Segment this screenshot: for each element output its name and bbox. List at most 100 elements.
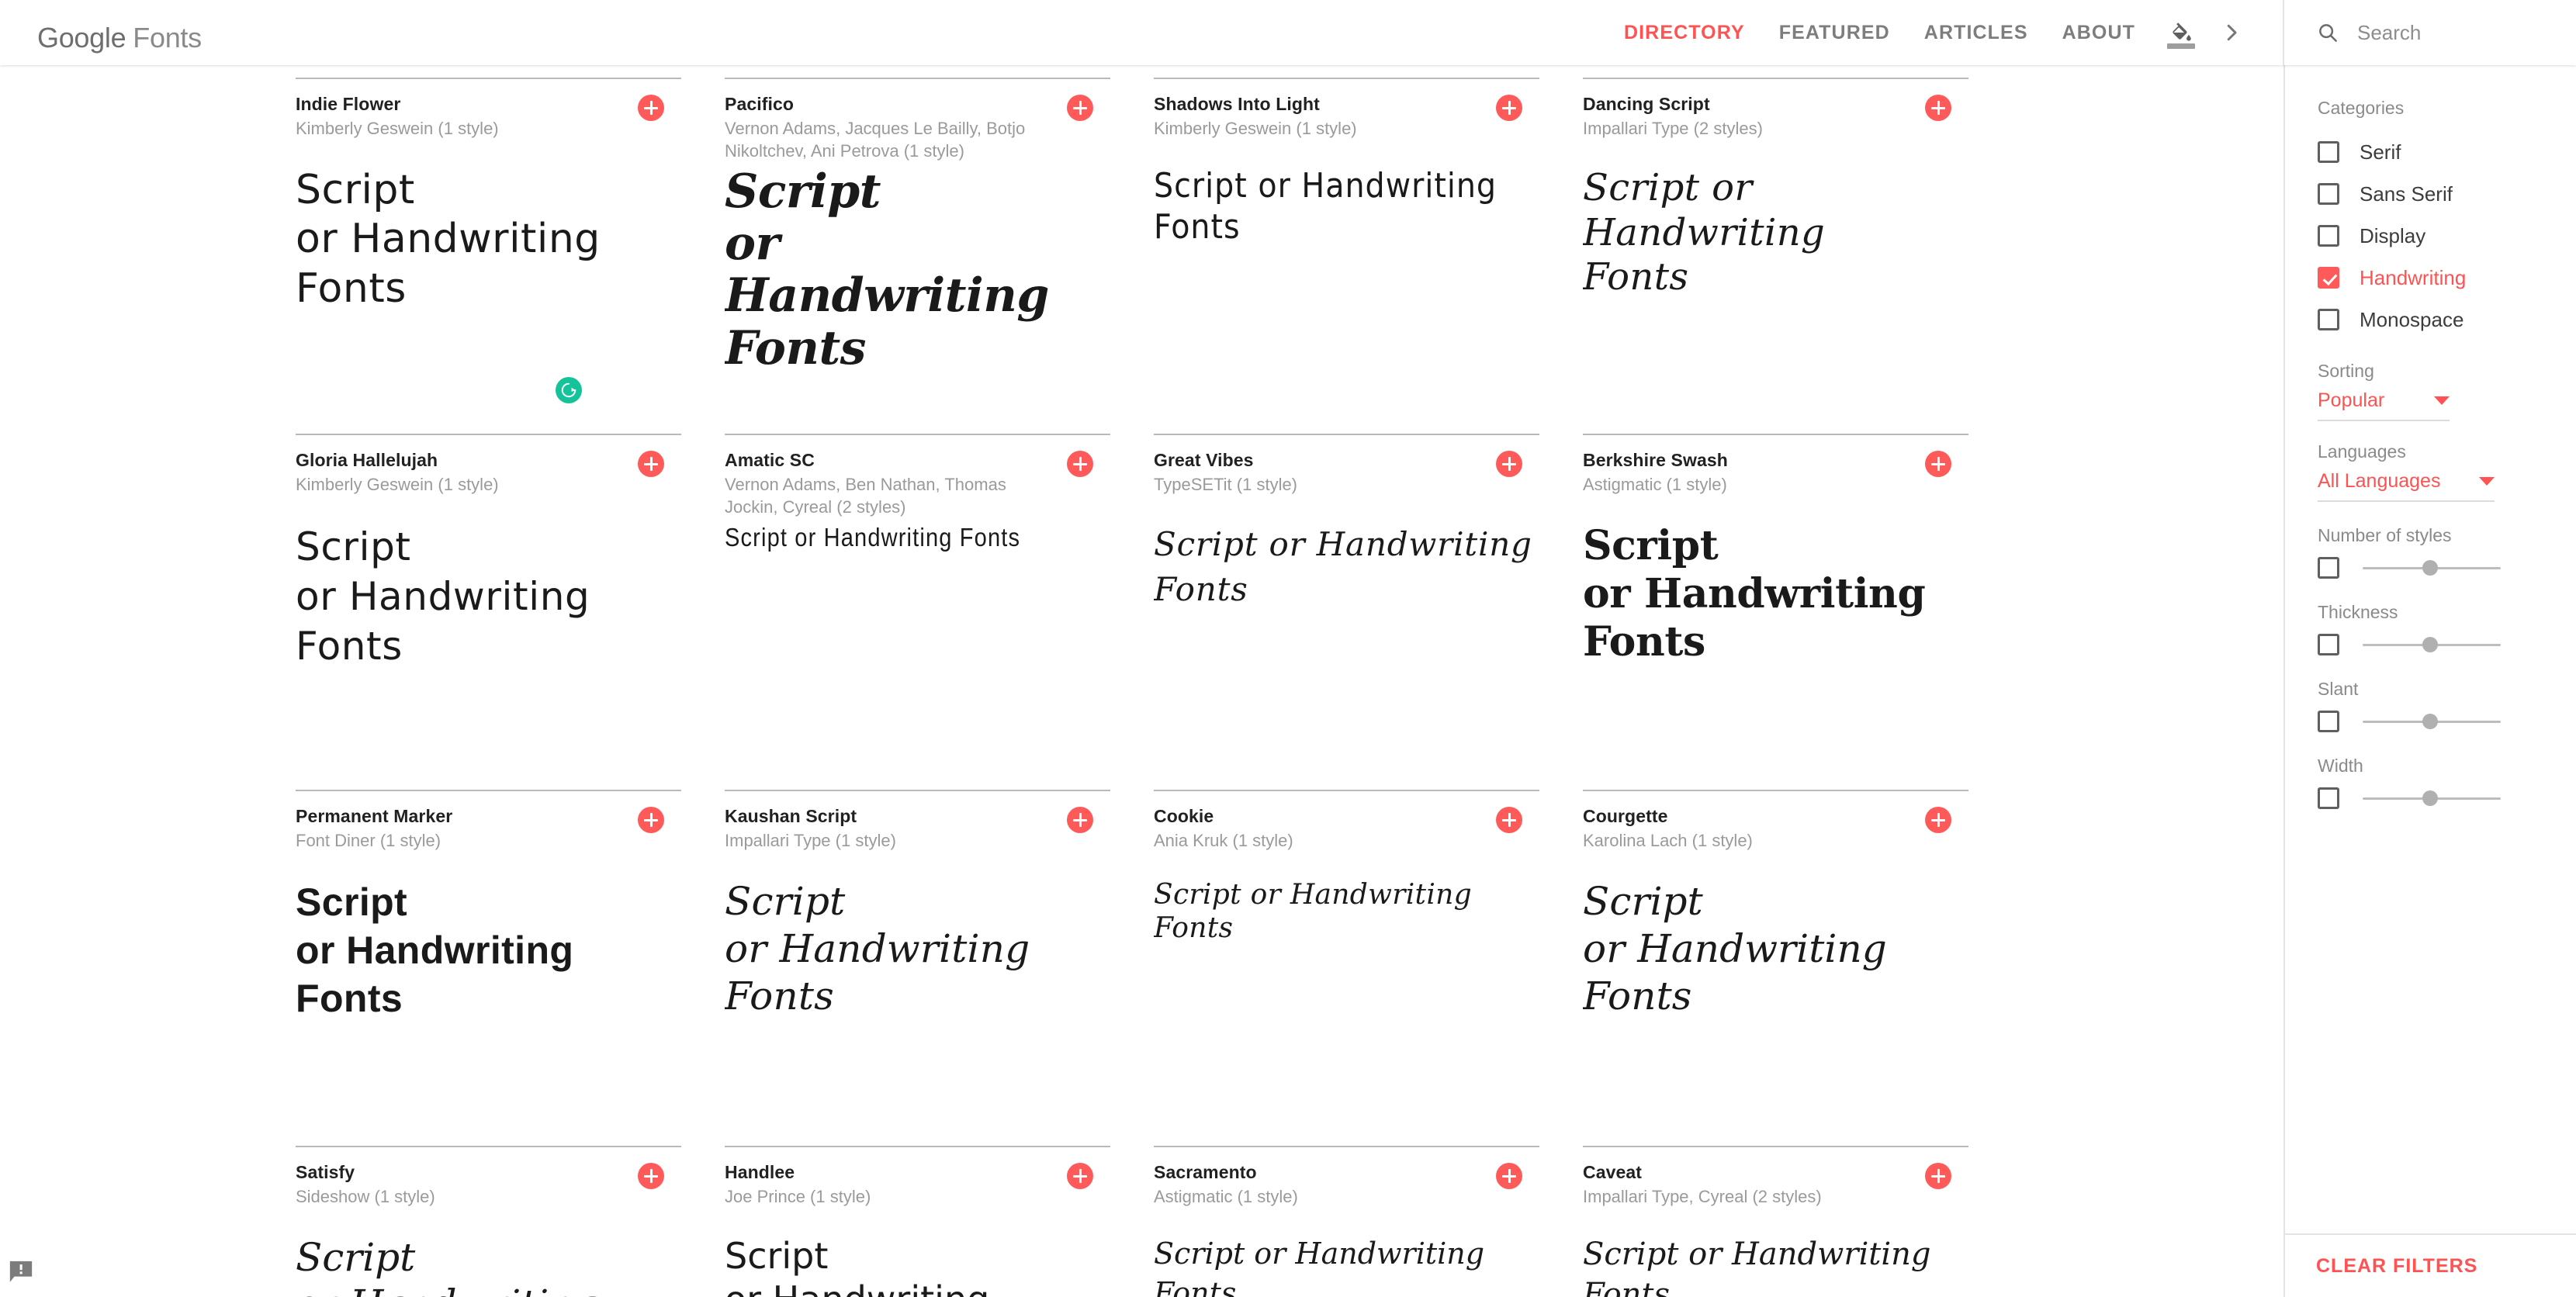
- font-card-designer-styles: Font Diner (1 style): [296, 830, 441, 850]
- slider-label-width: Width: [2318, 756, 2363, 776]
- font-card[interactable]: Shadows Into Light Kimberly Geswein (1 st…: [1154, 78, 1539, 434]
- font-card-name: Cookie: [1154, 806, 1214, 826]
- font-card[interactable]: Permanent Marker Font Diner (1 style) Scri…: [296, 790, 681, 1146]
- add-font-button[interactable]: [1925, 1163, 1951, 1189]
- add-font-button[interactable]: [638, 1163, 664, 1189]
- add-font-button[interactable]: [638, 451, 664, 477]
- sorting-dropdown[interactable]: Popular: [2318, 389, 2450, 421]
- font-card[interactable]: Berkshire Swash Astigmatic (1 style) Scrip…: [1583, 434, 1968, 790]
- categories-checkbox-list: Serif Sans Serif Display Handwriting Monospa…: [2285, 131, 2576, 341]
- font-card[interactable]: Gloria Hallelujah Kimberly Geswein (1 sty…: [296, 434, 681, 790]
- add-font-button[interactable]: [1067, 451, 1093, 477]
- add-font-button[interactable]: [1496, 807, 1522, 833]
- add-font-button[interactable]: [1067, 1163, 1093, 1189]
- category-row-handwriting[interactable]: Handwriting: [2285, 257, 2576, 299]
- add-font-button[interactable]: [1925, 95, 1951, 121]
- slider-track-width[interactable]: [2363, 790, 2501, 806]
- category-row-sans-serif[interactable]: Sans Serif: [2285, 173, 2576, 215]
- font-sample-text: Script or Handwriting Fonts: [1154, 525, 1532, 608]
- search-icon: [2312, 17, 2343, 48]
- font-card[interactable]: Handlee Joe Prince (1 style) Script or Han…: [725, 1146, 1110, 1297]
- font-card-designer-styles: Kimberly Geswein (1 style): [296, 118, 499, 138]
- font-sample-text: Script or Handwriting Fonts: [1583, 1236, 1931, 1297]
- nav-item-articles[interactable]: ARTICLES: [1907, 22, 2045, 44]
- checkbox-icon[interactable]: [2318, 267, 2339, 289]
- nav-item-featured[interactable]: FEATURED: [1762, 22, 1907, 44]
- checkbox-icon[interactable]: [2318, 183, 2339, 205]
- font-card[interactable]: Satisfy Sideshow (1 style) Script or Handw…: [296, 1146, 681, 1297]
- add-font-button[interactable]: [1067, 807, 1093, 833]
- font-card-designer-styles: Astigmatic (1 style): [1154, 1186, 1298, 1206]
- slider-block-thickness: Thickness: [2285, 602, 2576, 655]
- font-card[interactable]: Caveat Impallari Type, Cyreal (2 styles) S…: [1583, 1146, 1968, 1297]
- add-font-button[interactable]: [1925, 451, 1951, 477]
- checkbox-icon[interactable]: [2318, 557, 2339, 579]
- font-card[interactable]: Amatic SC Vernon Adams, Ben Nathan, Thoma…: [725, 434, 1110, 790]
- checkbox-icon[interactable]: [2318, 634, 2339, 655]
- google-fonts-logo[interactable]: Google Fonts: [37, 22, 202, 54]
- font-card-designer-styles: TypeSETit (1 style): [1154, 474, 1298, 494]
- category-row-serif[interactable]: Serif: [2285, 131, 2576, 173]
- font-sample-text: Script or Handwriting Fonts: [1583, 166, 1826, 299]
- font-card[interactable]: Courgette Karolina Lach (1 style) Script o…: [1583, 790, 1968, 1146]
- clear-filters-button[interactable]: CLEAR FILTERS: [2316, 1255, 2477, 1278]
- add-font-button[interactable]: [638, 95, 664, 121]
- paint-bucket-icon[interactable]: [2160, 12, 2202, 54]
- category-label: Sans Serif: [2360, 182, 2453, 206]
- checkbox-icon[interactable]: [2318, 711, 2339, 732]
- font-card[interactable]: Dancing Script Impallari Type (2 styles) S…: [1583, 78, 1968, 434]
- feedback-icon[interactable]: [8, 1260, 34, 1285]
- font-card[interactable]: Cookie Ania Kruk (1 style) Script or Handw…: [1154, 790, 1539, 1146]
- slider-knob-width[interactable]: [2422, 790, 2439, 806]
- nav-item-directory[interactable]: DIRECTORY: [1607, 22, 1762, 44]
- slider-track-slant[interactable]: [2363, 714, 2501, 729]
- category-row-monospace[interactable]: Monospace: [2285, 299, 2576, 341]
- add-font-button[interactable]: [1925, 807, 1951, 833]
- slider-track-number-of-styles[interactable]: [2363, 560, 2501, 576]
- search-bar[interactable]: [2283, 0, 2576, 65]
- languages-dropdown[interactable]: All Languages: [2318, 470, 2495, 502]
- font-card-designer-styles: Impallari Type (1 style): [725, 830, 896, 850]
- font-card[interactable]: Indie Flower Kimberly Geswein (1 style) Sc…: [296, 78, 681, 434]
- search-input[interactable]: [2357, 20, 2559, 45]
- font-card-designer-styles: Kimberly Geswein (1 style): [296, 474, 499, 494]
- categories-heading: Categories: [2318, 98, 2405, 118]
- checkbox-icon[interactable]: [2318, 787, 2339, 809]
- font-sample-text: Script or Handwriting Fonts: [1583, 879, 1887, 1019]
- slider-row-number-of-styles: [2318, 557, 2576, 579]
- add-font-button[interactable]: [1496, 451, 1522, 477]
- font-grid: Indie Flower Kimberly Geswein (1 style) Sc…: [296, 65, 2283, 1297]
- checkbox-icon[interactable]: [2318, 141, 2339, 163]
- chevron-right-icon[interactable]: [2208, 12, 2255, 54]
- font-card-designer-styles: Vernon Adams, Ben Nathan, Thomas Jockin,…: [725, 474, 1006, 517]
- font-card-name: Courgette: [1583, 806, 1668, 826]
- checkbox-icon[interactable]: [2318, 309, 2339, 330]
- font-card-name: Satisfy: [296, 1162, 355, 1182]
- font-card[interactable]: Sacramento Astigmatic (1 style) Script or …: [1154, 1146, 1539, 1297]
- add-font-button[interactable]: [1496, 1163, 1522, 1189]
- nav-item-about[interactable]: ABOUT: [2045, 22, 2152, 44]
- font-card-designer-styles: Sideshow (1 style): [296, 1186, 435, 1206]
- font-card-name: Shadows Into Light: [1154, 94, 1320, 114]
- font-card-name: Pacifico: [725, 94, 795, 114]
- font-card-designer-styles: Impallari Type, Cyreal (2 styles): [1583, 1186, 1822, 1206]
- add-font-button[interactable]: [1496, 95, 1522, 121]
- slider-knob-thickness[interactable]: [2422, 637, 2439, 652]
- slider-track-thickness[interactable]: [2363, 637, 2501, 652]
- font-card-designer-styles: Ania Kruk (1 style): [1154, 830, 1293, 850]
- font-card[interactable]: Great Vibes TypeSETit (1 style) Script or …: [1154, 434, 1539, 790]
- slider-row-width: [2318, 787, 2576, 809]
- font-card[interactable]: Kaushan Script Impallari Type (1 style) Sc…: [725, 790, 1110, 1146]
- font-sample-text: Script or Handwriting Fonts: [1154, 1236, 1485, 1297]
- checkbox-icon[interactable]: [2318, 225, 2339, 247]
- slider-knob-slant[interactable]: [2422, 714, 2439, 729]
- category-row-display[interactable]: Display: [2285, 215, 2576, 257]
- slider-label-number-of-styles: Number of styles: [2318, 525, 2452, 545]
- font-sample-text: Script or Handwriting Fonts: [1583, 522, 1926, 666]
- slider-knob-number-of-styles[interactable]: [2422, 560, 2439, 576]
- add-font-button[interactable]: [638, 807, 664, 833]
- add-font-button[interactable]: [1067, 95, 1093, 121]
- font-card[interactable]: Pacifico Vernon Adams, Jacques Le Bailly,…: [725, 78, 1110, 434]
- sorting-selected-value: Popular: [2318, 389, 2385, 411]
- grammarly-icon[interactable]: [556, 377, 582, 403]
